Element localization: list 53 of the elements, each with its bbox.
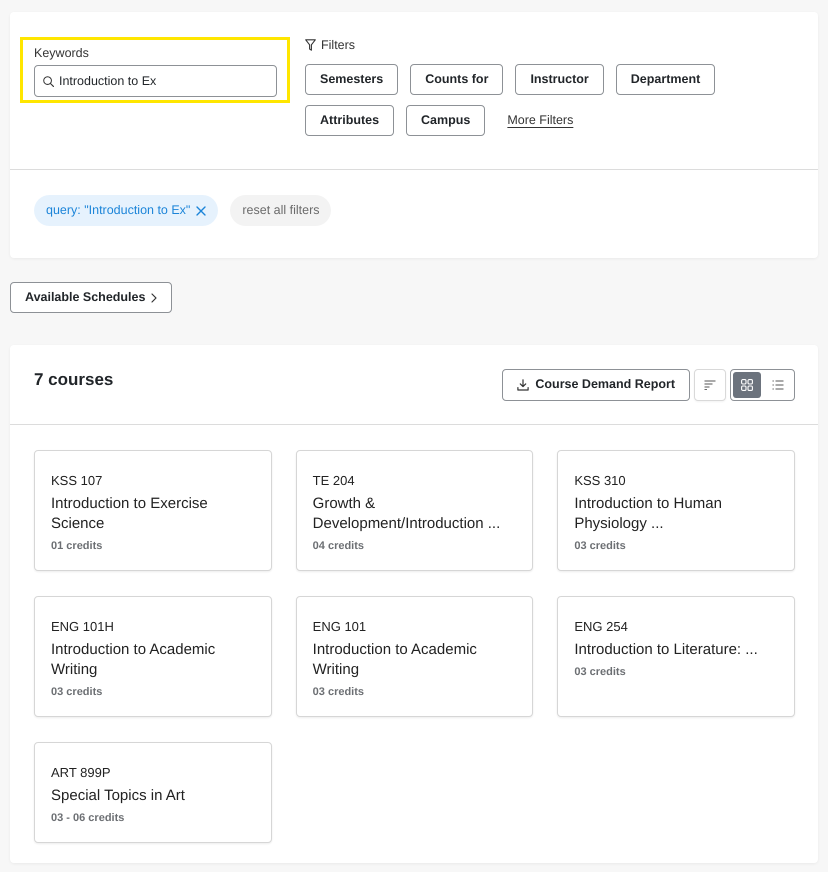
course-title: Special Topics in Art — [51, 786, 185, 806]
filter-button[interactable]: Semesters — [305, 64, 398, 95]
course-count: 7 courses — [34, 371, 114, 388]
course-card[interactable]: TE 204 Growth & Development/Introduction ... 04 credits — [296, 450, 534, 571]
course-credits: 03 credits — [312, 685, 364, 700]
filter-icon — [305, 39, 316, 51]
sort-icon — [704, 380, 716, 390]
more-filters-link[interactable]: More Filters — [507, 111, 574, 130]
download-icon — [517, 378, 530, 390]
course-card[interactable]: ENG 101H Introduction to Academic Writing 03 credits — [34, 596, 272, 717]
filter-button[interactable]: Counts for — [410, 64, 504, 95]
course-card[interactable]: ENG 101 Introduction to Academic Writing 03 credits — [296, 596, 534, 717]
sort-button[interactable] — [694, 368, 726, 400]
keywords-label: Keywords — [34, 45, 89, 61]
search-icon — [43, 76, 54, 87]
search-field[interactable]: Introduction to Ex — [34, 65, 277, 97]
course-card[interactable]: ENG 254 Introduction to Literature: ... 03 credits — [557, 596, 795, 717]
filter-chip-label: query: "Introduction to Ex" — [46, 202, 190, 220]
course-credits: 03 - 06 credits — [51, 811, 124, 826]
filters-label: Filters — [321, 37, 356, 53]
grid-icon — [741, 378, 753, 390]
course-code: TE 204 — [312, 472, 355, 490]
course-code: KSS 310 — [574, 472, 626, 490]
course-credits: 04 credits — [312, 539, 364, 554]
course-title: Growth & Development/Introduction ... — [312, 494, 502, 534]
available-schedules-button[interactable]: Available Schedules — [10, 282, 172, 313]
course-card[interactable]: ART 899P Special Topics in Art 03 - 06 credits — [34, 742, 272, 843]
grid-view-button[interactable] — [733, 372, 761, 398]
course-code: KSS 107 — [51, 472, 102, 490]
course-card[interactable]: KSS 310 Introduction to Human Physiology ... 03 credits — [557, 450, 795, 571]
course-code: ENG 101H — [51, 618, 114, 636]
course-code: ENG 254 — [574, 618, 628, 636]
course-code: ENG 101 — [312, 618, 366, 636]
course-title: Introduction to Academic Writing — [312, 640, 478, 680]
chevron-right-icon — [151, 292, 158, 302]
course-credits: 03 credits — [574, 665, 626, 680]
course-title: Introduction to Academic Writing — [51, 640, 216, 680]
filter-button[interactable]: Instructor — [515, 64, 604, 95]
filter-button[interactable]: Attributes — [305, 105, 394, 136]
list-icon — [772, 380, 784, 390]
course-credits: 03 credits — [574, 539, 626, 554]
filter-button[interactable]: Department — [616, 64, 716, 95]
close-icon[interactable] — [196, 206, 206, 216]
reset-filters-button[interactable]: reset all filters — [230, 195, 332, 226]
course-title: Introduction to Literature: ... — [574, 640, 758, 660]
course-credits: 03 credits — [51, 685, 102, 700]
filter-button[interactable]: Campus — [406, 105, 486, 136]
course-card[interactable]: KSS 107 Introduction to Exercise Science 01 credits — [34, 450, 272, 571]
course-title: Introduction to Exercise Science — [51, 494, 209, 534]
course-code: ART 899P — [51, 764, 111, 782]
course-demand-report-button[interactable]: Course Demand Report — [502, 368, 690, 400]
course-title: Introduction to Human Physiology ... — [574, 494, 723, 534]
course-credits: 01 credits — [51, 539, 102, 554]
